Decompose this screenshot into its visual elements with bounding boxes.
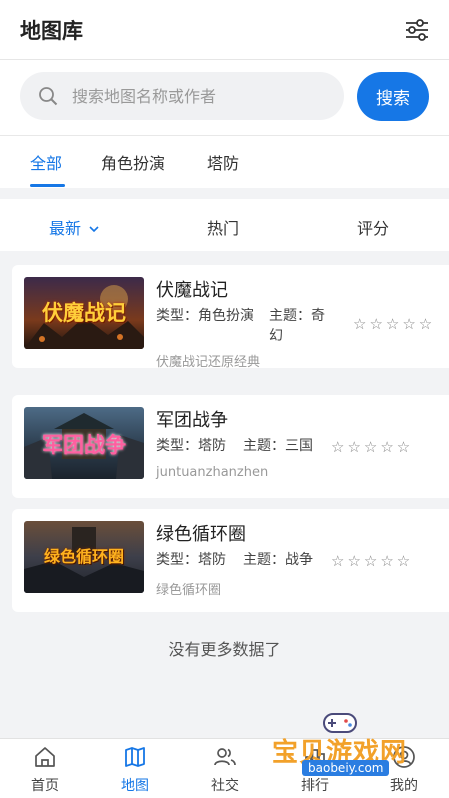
watermark-url: baobeiy.com bbox=[302, 760, 390, 776]
cover-title-text: 伏魔战记 bbox=[42, 301, 126, 325]
no-more-data-text: 没有更多数据了 bbox=[168, 640, 281, 659]
map-name: 伏魔战记 bbox=[156, 280, 228, 301]
map-description: 伏魔战记还原经典 bbox=[156, 355, 261, 370]
sort-rating[interactable]: 评分 bbox=[357, 215, 389, 239]
search-bar: 搜索 bbox=[0, 60, 449, 136]
rating-stars: ☆☆☆☆☆ bbox=[353, 315, 436, 333]
tab-all[interactable]: 全部 bbox=[30, 150, 62, 174]
map-card[interactable]: 伏魔战记 伏魔战记 类型：角色扮演 主题：奇幻 ☆☆☆☆☆ 伏魔战记还原经典 bbox=[12, 265, 449, 370]
search-button[interactable]: 搜索 bbox=[357, 72, 429, 121]
map-cover-image: 绿色循环圈 bbox=[24, 521, 144, 593]
map-cover-image: 伏魔战记 bbox=[24, 277, 144, 349]
rating-stars: ☆☆☆☆☆ bbox=[331, 552, 414, 570]
nav-profile-label: 我的 bbox=[390, 778, 418, 794]
map-name: 绿色循环圈 bbox=[156, 524, 246, 545]
map-description: juntuanzhanzhen bbox=[156, 465, 269, 480]
map-type: 类型：塔防 bbox=[156, 438, 226, 454]
category-tabs: 全部 角色扮演 塔防 bbox=[0, 136, 449, 188]
map-theme: 主题：奇幻 bbox=[269, 308, 325, 344]
map-type: 类型：角色扮演 bbox=[156, 308, 254, 324]
nav-ranking-label: 排行 bbox=[301, 778, 329, 794]
nav-home[interactable]: 首页 bbox=[0, 739, 90, 798]
search-icon bbox=[39, 87, 58, 106]
tab-tower-defense[interactable]: 塔防 bbox=[207, 150, 239, 174]
sort-latest-label: 最新 bbox=[49, 219, 82, 238]
site-watermark: 宝贝游戏网 baobeiy.com bbox=[272, 710, 422, 776]
filter-settings-icon[interactable] bbox=[403, 16, 431, 44]
people-icon bbox=[214, 748, 236, 766]
tab-role-playing[interactable]: 角色扮演 bbox=[101, 150, 165, 174]
map-type: 类型：塔防 bbox=[156, 552, 226, 568]
sort-bar: 最新 热门 评分 bbox=[0, 199, 449, 251]
nav-social[interactable]: 社交 bbox=[180, 739, 270, 798]
search-input[interactable] bbox=[72, 72, 332, 120]
active-tab-indicator bbox=[30, 184, 65, 187]
map-theme: 主题：三国 bbox=[243, 438, 313, 454]
cover-title-text: 绿色循环圈 bbox=[43, 547, 124, 566]
map-name: 军团战争 bbox=[156, 410, 228, 431]
map-card[interactable]: 绿色循环圈 绿色循环圈 类型：塔防 主题：战争 ☆☆☆☆☆ 绿色循环圈 bbox=[12, 509, 449, 612]
map-theme: 主题：战争 bbox=[243, 552, 313, 568]
map-card[interactable]: 军团战争 军团战争 类型：塔防 主题：三国 ☆☆☆☆☆ juntuanzhanz… bbox=[12, 395, 449, 498]
app-header: 地图库 bbox=[0, 0, 449, 60]
nav-map[interactable]: 地图 bbox=[90, 739, 180, 798]
map-cover-image: 军团战争 bbox=[24, 407, 144, 479]
home-icon bbox=[35, 747, 55, 767]
search-box[interactable] bbox=[20, 72, 344, 120]
map-description: 绿色循环圈 bbox=[156, 583, 222, 598]
nav-map-label: 地图 bbox=[121, 778, 149, 794]
sort-popular[interactable]: 热门 bbox=[207, 215, 239, 239]
page-title: 地图库 bbox=[20, 19, 83, 43]
nav-social-label: 社交 bbox=[211, 778, 239, 794]
sort-latest[interactable]: 最新 bbox=[49, 215, 100, 239]
chevron-down-icon bbox=[89, 226, 99, 233]
rating-stars: ☆☆☆☆☆ bbox=[331, 438, 414, 456]
cover-title-text: 军团战争 bbox=[42, 433, 126, 457]
nav-home-label: 首页 bbox=[31, 778, 59, 794]
map-icon bbox=[125, 747, 145, 767]
